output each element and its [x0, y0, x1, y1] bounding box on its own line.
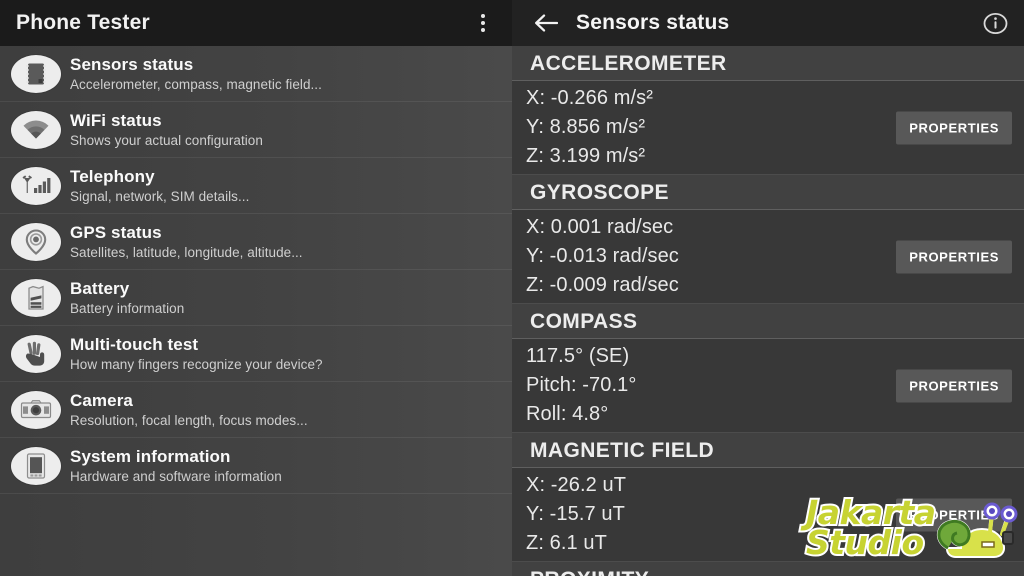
chip-icon [8, 52, 64, 96]
right-panel: Sensors status ACCELEROMETER X: -0.266 m… [512, 0, 1024, 576]
info-icon[interactable] [980, 8, 1010, 38]
compass-heading: 117.5° (SE) [526, 345, 630, 367]
kebab-dot [481, 21, 485, 25]
list-item-title: GPS status [70, 223, 162, 242]
section-title: GYROSCOPE [530, 180, 669, 204]
list-item-title: WiFi status [70, 111, 162, 130]
list-item-subtitle: Battery information [70, 301, 185, 316]
properties-button-compass[interactable]: PROPERTIES [896, 369, 1012, 403]
list-item-title: Camera [70, 391, 133, 410]
section-body-compass: 117.5° (SE) Pitch: -70.1° Roll: 4.8° PRO… [512, 339, 1024, 433]
list-item-system-information[interactable]: System information Hardware and software… [0, 438, 512, 494]
section-header-gyroscope: GYROSCOPE [512, 175, 1024, 210]
wifi-icon [8, 108, 64, 152]
section-body-gyroscope: X: 0.001 rad/sec Y: -0.013 rad/sec Z: -0… [512, 210, 1024, 304]
sensor-value-x: X: -0.266 m/s² [526, 87, 653, 109]
section-title: PROXIMITY [530, 568, 649, 576]
section-title: COMPASS [530, 309, 638, 333]
section-header-proximity: PROXIMITY [512, 562, 1024, 576]
list-item-subtitle: Hardware and software information [70, 469, 282, 484]
battery-icon [8, 276, 64, 320]
properties-button-gyroscope[interactable]: PROPERTIES [896, 240, 1012, 274]
list-item-wifi-status[interactable]: WiFi status Shows your actual configurat… [0, 102, 512, 158]
sensor-value-z: Z: 6.1 uT [526, 532, 607, 554]
list-item-title: Battery [70, 279, 130, 298]
list-item-gps-status[interactable]: GPS status Satellites, latitude, longitu… [0, 214, 512, 270]
properties-button-accelerometer[interactable]: PROPERTIES [896, 111, 1012, 145]
compass-roll: Roll: 4.8° [526, 403, 609, 425]
list-item-subtitle: Signal, network, SIM details... [70, 189, 250, 204]
feature-list: Sensors status Accelerometer, compass, m… [0, 46, 512, 494]
section-title: ACCELEROMETER [530, 51, 727, 75]
sensor-value-z: Z: -0.009 rad/sec [526, 274, 679, 296]
sensor-value-x: X: -26.2 uT [526, 474, 627, 496]
list-item-subtitle: Resolution, focal length, focus modes... [70, 413, 308, 428]
section-body-magnetic-field: X: -26.2 uT Y: -15.7 uT Z: 6.1 uT PROPER… [512, 468, 1024, 562]
left-panel: Phone Tester Sensors status Acceleromete… [0, 0, 512, 576]
list-item-subtitle: Accelerometer, compass, magnetic field..… [70, 77, 322, 92]
kebab-menu-icon[interactable] [468, 6, 498, 40]
list-item-subtitle: Shows your actual configuration [70, 133, 263, 148]
list-item-title: Sensors status [70, 55, 194, 74]
list-item-subtitle: How many fingers recognize your device? [70, 357, 323, 372]
section-header-magnetic-field: MAGNETIC FIELD [512, 433, 1024, 468]
page-title: Sensors status [576, 11, 730, 34]
app-screenshot: Phone Tester Sensors status Acceleromete… [0, 0, 1024, 576]
list-item-telephony[interactable]: Telephony Signal, network, SIM details..… [0, 158, 512, 214]
list-item-camera[interactable]: Camera Resolution, focal length, focus m… [0, 382, 512, 438]
list-item-multi-touch-test[interactable]: Multi-touch test How many fingers recogn… [0, 326, 512, 382]
section-header-accelerometer: ACCELEROMETER [512, 46, 1024, 81]
properties-button-magnetic-field[interactable]: PROPERTIES [896, 498, 1012, 532]
kebab-dot [481, 28, 485, 32]
back-arrow-icon[interactable] [530, 8, 560, 38]
list-item-title: Multi-touch test [70, 335, 199, 354]
hand-icon [8, 332, 64, 376]
list-item-title: System information [70, 447, 231, 466]
app-bar-right: Sensors status [512, 0, 1024, 46]
signal-icon [8, 164, 64, 208]
list-item-title: Telephony [70, 167, 155, 186]
sensor-value-z: Z: 3.199 m/s² [526, 145, 646, 167]
app-bar-left: Phone Tester [0, 0, 512, 46]
section-header-compass: COMPASS [512, 304, 1024, 339]
kebab-dot [481, 14, 485, 18]
section-body-accelerometer: X: -0.266 m/s² Y: 8.856 m/s² Z: 3.199 m/… [512, 81, 1024, 175]
app-title: Phone Tester [16, 11, 150, 34]
map-pin-icon [8, 220, 64, 264]
phone-icon [8, 444, 64, 488]
sensor-value-x: X: 0.001 rad/sec [526, 216, 674, 238]
list-item-subtitle: Satellites, latitude, longitude, altitud… [70, 245, 303, 260]
camera-icon [8, 388, 64, 432]
list-item-sensors-status[interactable]: Sensors status Accelerometer, compass, m… [0, 46, 512, 102]
list-item-battery[interactable]: Battery Battery information [0, 270, 512, 326]
section-title: MAGNETIC FIELD [530, 438, 715, 462]
